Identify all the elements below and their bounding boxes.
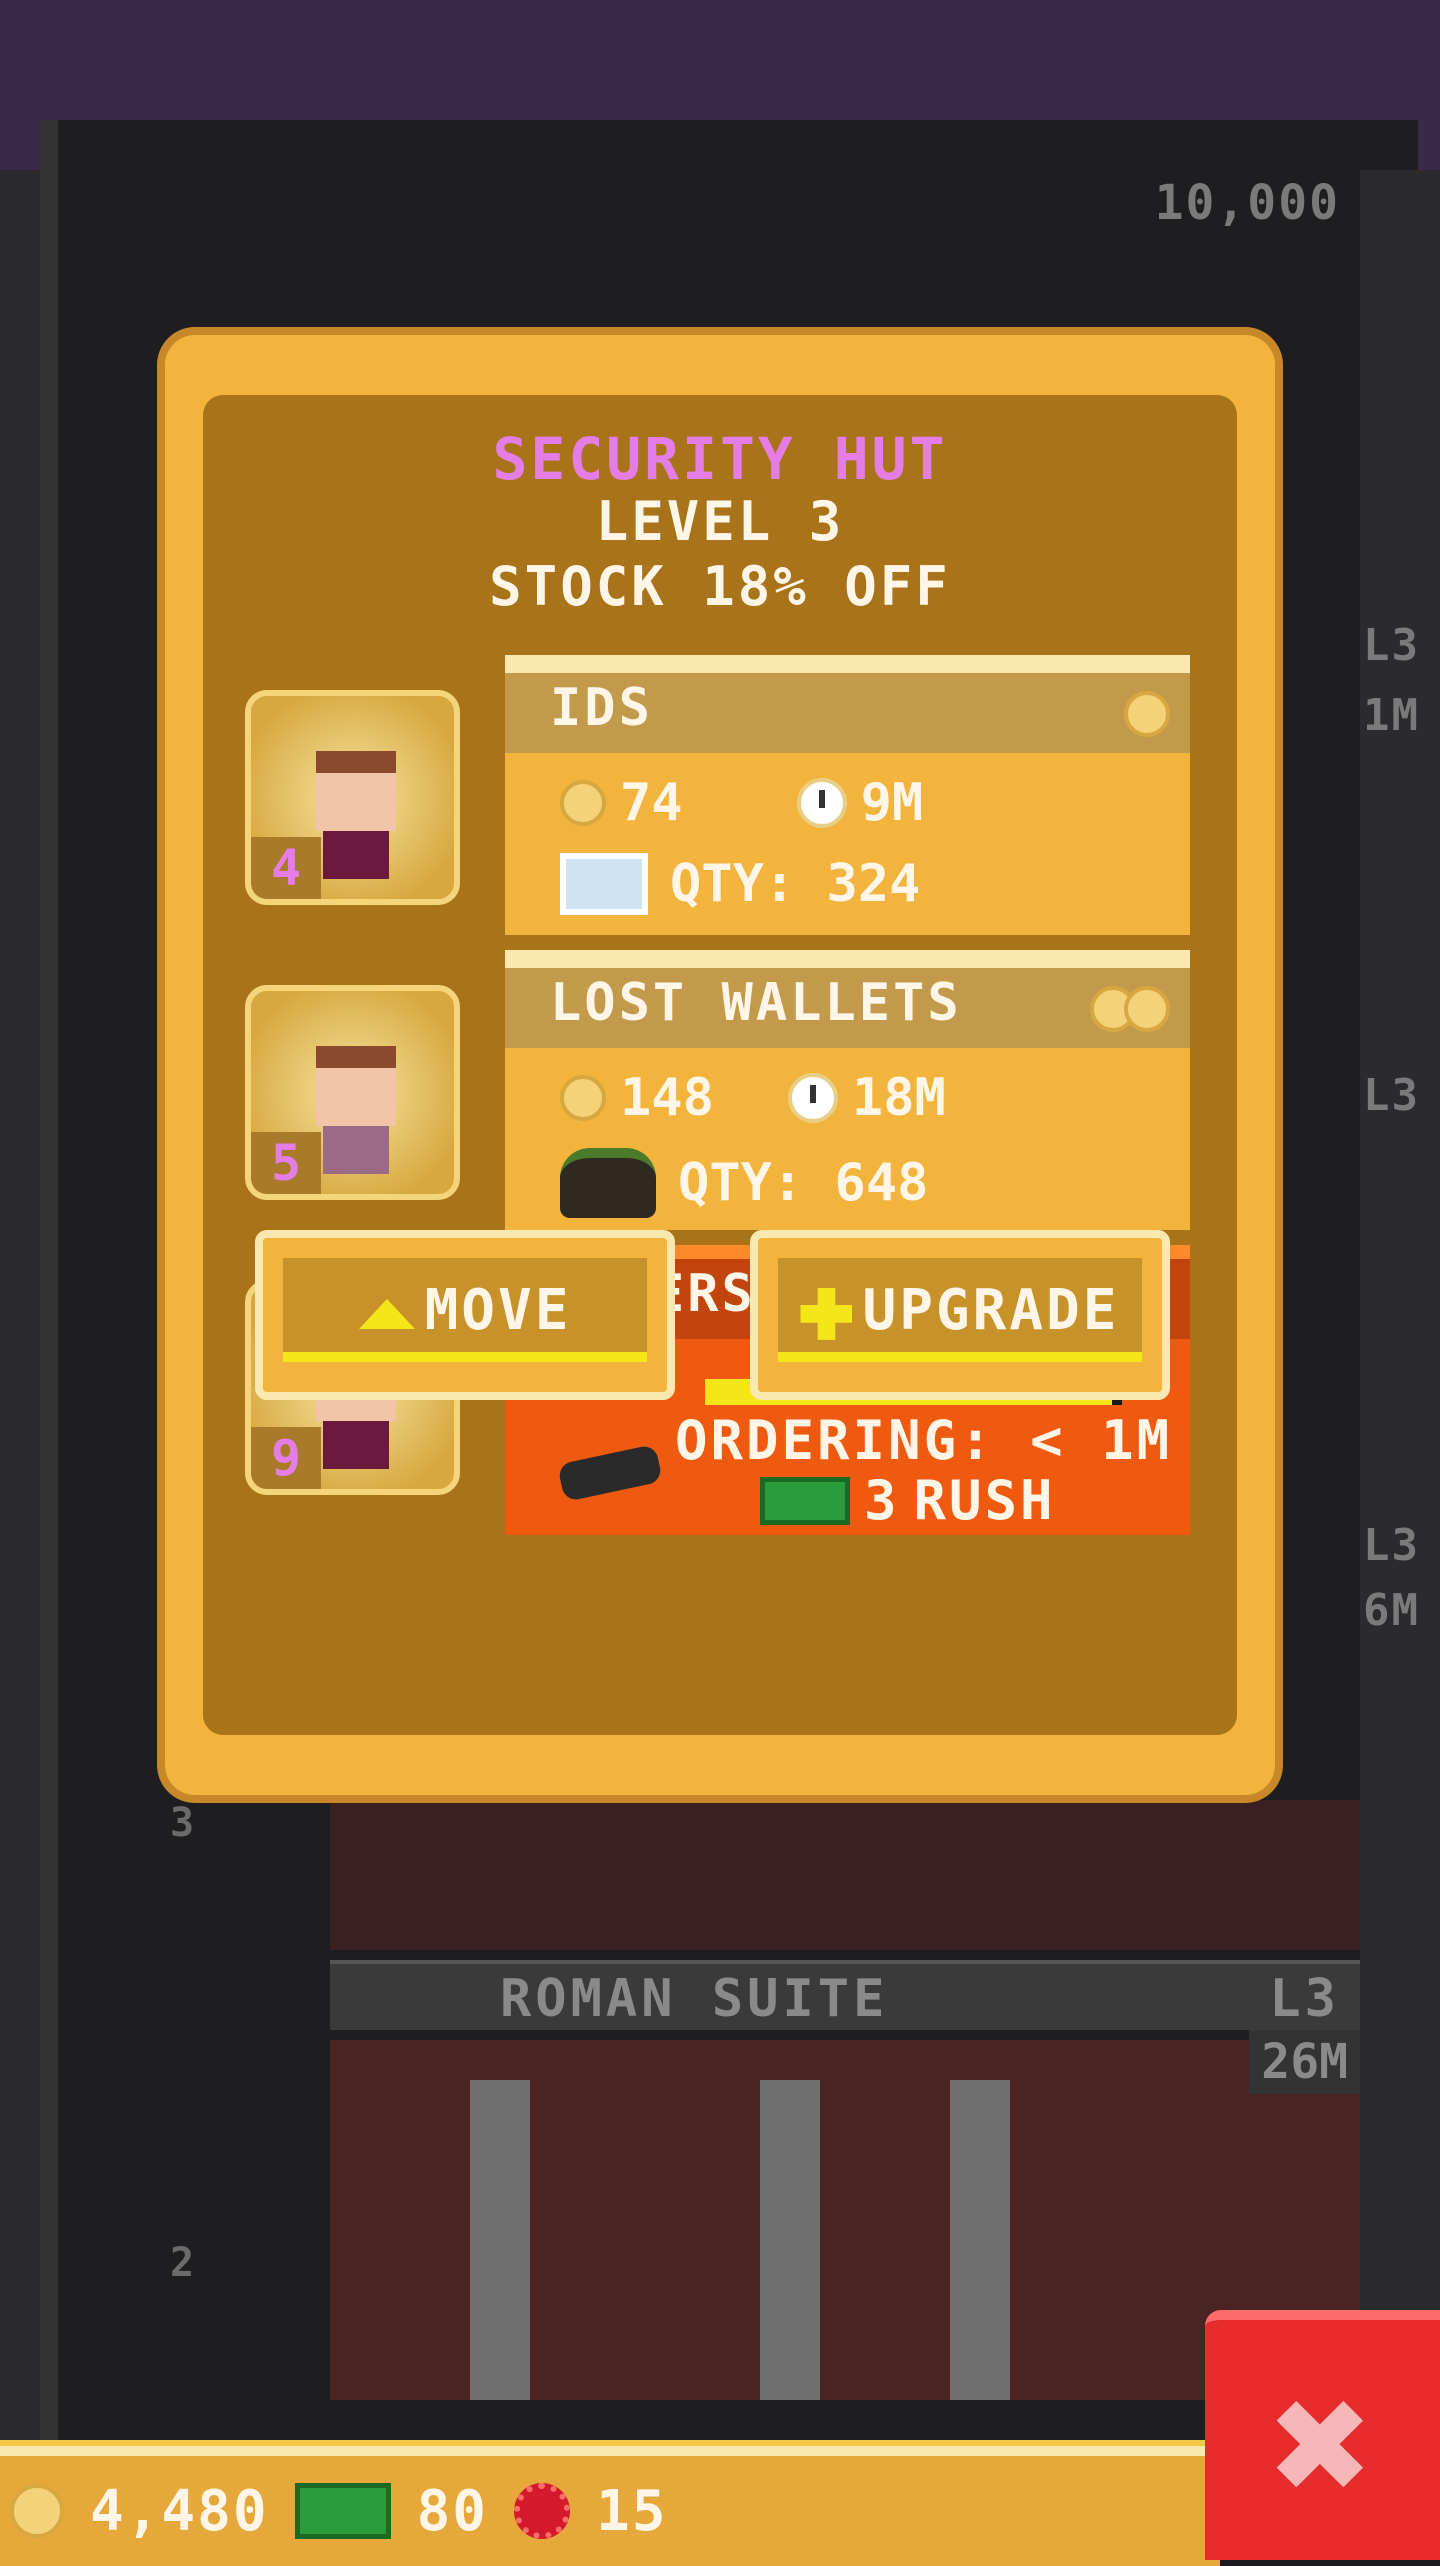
upgrade-button-content: UPGRADE — [758, 1278, 1162, 1343]
floor-number-2: 2 — [170, 2240, 195, 2286]
upgrade-label: UPGRADE — [862, 1278, 1120, 1343]
worker-body — [323, 1421, 389, 1469]
tower-right-elevator — [1360, 170, 1440, 2470]
move-label: MOVE — [424, 1278, 572, 1343]
floor-title: SECURITY HUT — [492, 425, 948, 493]
stock-qty-row: QTY: 648 — [560, 1148, 928, 1218]
worker-dream-level: 9 — [251, 1427, 321, 1489]
stock-tier-coins — [1124, 691, 1170, 741]
id-card-icon — [560, 853, 648, 915]
floor-number-3: 3 — [170, 1800, 195, 1846]
roman-suite-level: L3 — [1269, 1969, 1340, 2029]
floor-level-label-2: L3 — [1363, 1070, 1420, 1121]
coin-icon — [1124, 986, 1170, 1032]
move-button-content: MOVE — [263, 1278, 667, 1343]
gem-balance: 15 — [596, 2478, 668, 2544]
stock-tier-coins — [1090, 986, 1170, 1036]
coin-icon — [560, 1075, 606, 1121]
status-bar-inner: 4,480 80 15 — [0, 2456, 1220, 2566]
coin-icon — [1124, 691, 1170, 737]
floor-price-label-1: 1M — [1363, 690, 1420, 741]
worker-slot-1[interactable]: 4 — [245, 690, 460, 905]
status-bar: 4,480 80 15 — [0, 2440, 1220, 2566]
ordering-status: ORDERING: < 1M — [675, 1409, 1173, 1472]
upper-floor-room[interactable] — [330, 1800, 1360, 1950]
worker-head — [316, 751, 396, 831]
worker-body — [323, 831, 389, 879]
clock-icon — [787, 1073, 838, 1123]
roman-suite-name: ROMAN SUITE — [500, 1969, 889, 2029]
stock-time: 9M — [860, 773, 924, 833]
wallet-bag-icon — [560, 1148, 656, 1218]
worker-dream-level: 4 — [251, 837, 321, 899]
worker-dream-level: 5 — [251, 1132, 321, 1194]
bux-icon — [760, 1476, 850, 1525]
top-floor-price: 10,000 — [1154, 175, 1340, 231]
stock-item-lost-wallets[interactable]: LOST WALLETS 148 18M QTY: 648 — [505, 950, 1190, 1230]
column — [470, 2080, 530, 2400]
stock-cost-row: 74 9M — [560, 773, 923, 833]
floor-level-label-3: L3 — [1363, 1520, 1420, 1571]
stock-qty-row: QTY: 324 — [560, 853, 920, 915]
bux-balance: 80 — [416, 2478, 489, 2544]
stock-cost: 148 — [620, 1068, 714, 1128]
close-icon: ✖ — [1271, 2346, 1374, 2544]
clock-icon — [796, 778, 847, 828]
plus-icon — [800, 1287, 853, 1340]
roman-suite-sign[interactable]: ROMAN SUITE L3 — [330, 1960, 1360, 2030]
coin-icon — [10, 2484, 64, 2538]
stock-cost: 74 — [620, 773, 683, 833]
stock-name: IDS — [550, 678, 653, 738]
stock-cost-row: 148 18M — [560, 1068, 946, 1128]
floor-level-label-1: L3 — [1363, 620, 1420, 671]
column — [950, 2080, 1010, 2400]
move-button[interactable]: MOVE — [255, 1230, 675, 1400]
stock-discount: STOCK 18% OFF — [489, 555, 951, 618]
rush-amount: 3 — [864, 1469, 900, 1532]
rush-label: RUSH — [913, 1469, 1056, 1532]
stock-item-ids[interactable]: IDS 74 9M QTY: 324 — [505, 655, 1190, 935]
worker-head — [316, 1046, 396, 1126]
stock-time: 18M — [851, 1068, 946, 1128]
column — [760, 2080, 820, 2400]
close-button[interactable]: ✖ — [1205, 2310, 1440, 2560]
worker-body — [323, 1126, 389, 1174]
bux-icon — [294, 2483, 391, 2539]
vip-gem-icon — [514, 2483, 571, 2539]
stock-qty: QTY: 324 — [670, 854, 921, 914]
roman-suite-price: 26M — [1249, 2030, 1360, 2094]
worker-slot-2[interactable]: 5 — [245, 985, 460, 1200]
upgrade-button[interactable]: UPGRADE — [750, 1230, 1170, 1400]
stock-name: LOST WALLETS — [550, 973, 962, 1033]
taser-icon — [557, 1444, 663, 1502]
floor-level: LEVEL 3 — [595, 490, 845, 553]
floor-price-label-3: 6M — [1363, 1585, 1420, 1636]
arrow-up-icon — [358, 1298, 415, 1329]
coin-balance: 4,480 — [90, 2478, 269, 2544]
stock-qty: QTY: 648 — [678, 1153, 929, 1213]
rush-button[interactable]: 3 RUSH — [760, 1469, 1056, 1532]
coin-icon — [560, 780, 606, 826]
